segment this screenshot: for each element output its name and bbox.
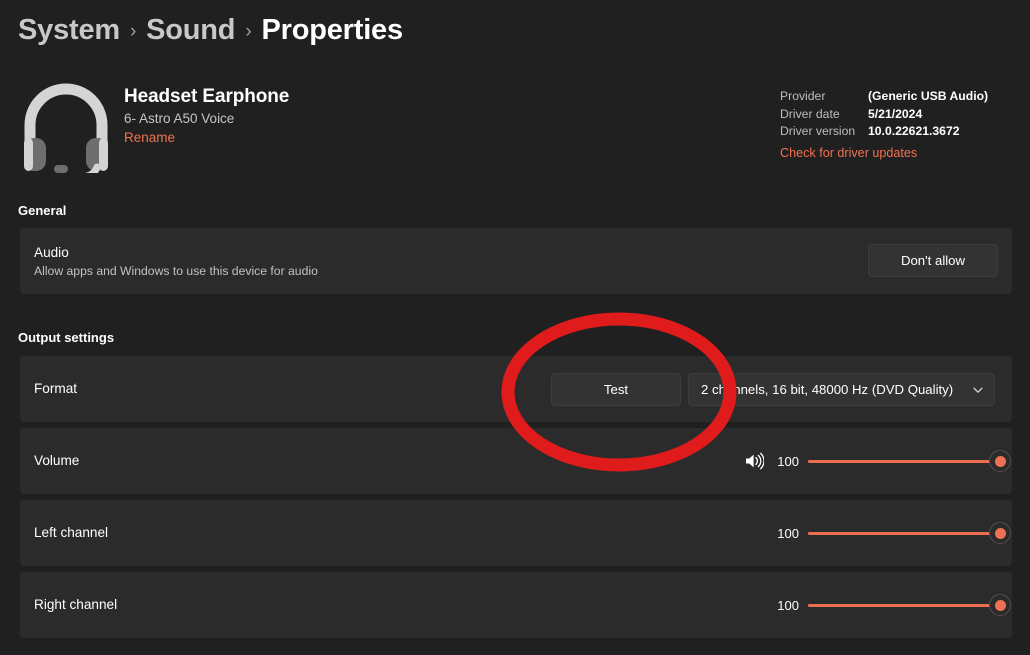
format-dropdown-value: 2 channels, 16 bit, 48000 Hz (DVD Qualit… [701, 382, 954, 397]
breadcrumb-separator-icon: › [129, 20, 137, 42]
volume-value: 100 [777, 453, 799, 469]
driver-version-value: 10.0.22621.3672 [868, 124, 960, 138]
dont-allow-button[interactable]: Don't allow [868, 244, 998, 277]
driver-provider-value: (Generic USB Audio) [868, 89, 989, 103]
volume-slider-thumb[interactable] [989, 450, 1011, 472]
device-header: Headset Earphone 6- Astro A50 Voice Rena… [18, 78, 1012, 181]
breadcrumb-item-properties: Properties [261, 14, 403, 46]
format-row: Format Test 2 channels, 16 bit, 48000 Hz… [20, 356, 1012, 422]
right-channel-value: 100 [777, 597, 799, 613]
right-channel-slider-fill [808, 603, 1000, 607]
device-subtitle: 6- Astro A50 Voice [124, 111, 235, 126]
driver-provider-row: Provider (Generic USB Audio) [780, 88, 1012, 106]
section-header-output-settings: Output settings [18, 330, 115, 345]
driver-version-row: Driver version 10.0.22621.3672 [780, 123, 1012, 141]
breadcrumb-item-sound[interactable]: Sound [146, 14, 235, 47]
right-channel-label: Right channel [34, 597, 118, 612]
check-driver-updates-link[interactable]: Check for driver updates [780, 145, 1012, 163]
test-button[interactable]: Test [551, 373, 681, 406]
format-label: Format [34, 381, 78, 396]
section-header-general: General [18, 203, 67, 218]
format-dropdown[interactable]: 2 channels, 16 bit, 48000 Hz (DVD Qualit… [688, 373, 995, 406]
speaker-icon[interactable] [744, 452, 764, 470]
driver-date-row: Driver date 5/21/2024 [780, 106, 1012, 124]
right-channel-slider-group: 100 [773, 572, 1011, 638]
driver-date-label: Driver date [780, 106, 840, 121]
driver-version-label: Driver version [780, 124, 856, 138]
left-channel-slider[interactable] [808, 520, 1011, 546]
left-channel-row: Left channel 100 [20, 500, 1012, 566]
audio-setting-title: Audio [34, 245, 69, 260]
driver-info-panel: Provider (Generic USB Audio) Driver date… [780, 88, 1012, 162]
driver-date-value: 5/21/2024 [868, 106, 923, 121]
left-channel-slider-fill [808, 531, 1000, 535]
volume-slider-group: 100 [744, 428, 1011, 494]
left-channel-label: Left channel [34, 525, 109, 540]
breadcrumb: System › Sound › Properties [18, 14, 403, 47]
right-channel-slider[interactable] [808, 592, 1011, 618]
chevron-down-icon [972, 374, 984, 405]
headset-icon [18, 81, 114, 181]
audio-setting-description: Allow apps and Windows to use this devic… [34, 264, 318, 278]
volume-slider-fill [808, 459, 1000, 463]
right-channel-row: Right channel 100 [20, 572, 1012, 638]
device-name: Headset Earphone [124, 86, 290, 107]
device-info: Headset Earphone 6- Astro A50 Voice Rena… [124, 86, 289, 147]
left-channel-slider-thumb[interactable] [989, 522, 1011, 544]
left-channel-value: 100 [777, 525, 799, 541]
volume-slider[interactable] [808, 448, 1011, 474]
breadcrumb-separator-icon: › [245, 20, 252, 42]
audio-permission-card: Audio Allow apps and Windows to use this… [20, 228, 1012, 294]
left-channel-slider-group: 100 [773, 500, 1011, 566]
breadcrumb-item-system[interactable]: System [18, 14, 120, 47]
volume-label: Volume [34, 453, 80, 468]
driver-provider-label: Provider [780, 89, 826, 103]
rename-link[interactable]: Rename [124, 130, 175, 145]
right-channel-slider-thumb[interactable] [989, 594, 1011, 616]
volume-row: Volume 100 [20, 428, 1012, 494]
